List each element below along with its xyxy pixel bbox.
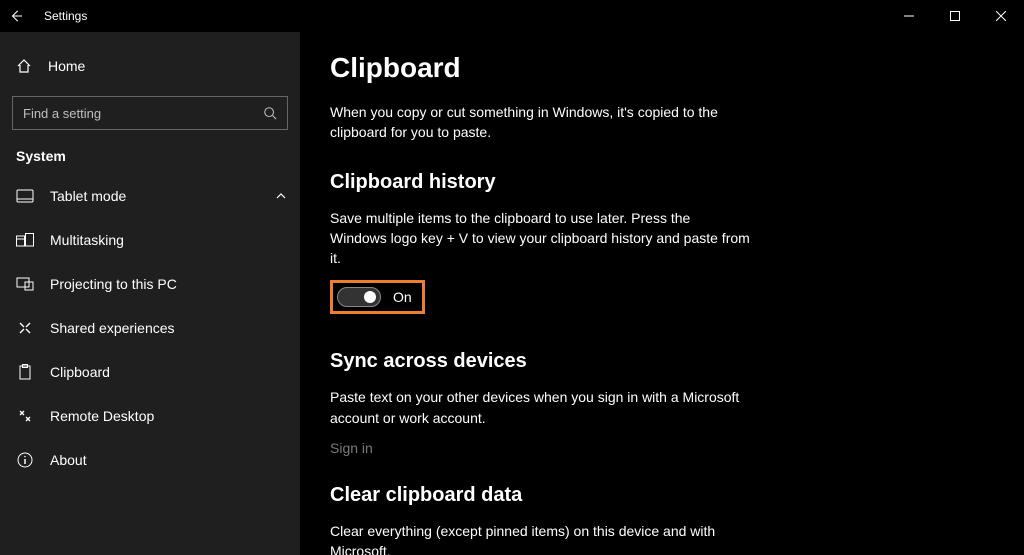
- search-input[interactable]: [13, 106, 253, 121]
- nav-list: Tablet mode Multitasking Projecting to t…: [0, 174, 300, 482]
- arrow-left-icon: [9, 9, 23, 23]
- minimize-button[interactable]: [886, 0, 932, 32]
- maximize-button[interactable]: [932, 0, 978, 32]
- clipboard-history-desc: Save multiple items to the clipboard to …: [330, 208, 750, 269]
- sidebar-item-clipboard[interactable]: Clipboard: [0, 350, 300, 394]
- content-pane: Clipboard When you copy or cut something…: [300, 32, 1024, 555]
- sidebar-item-shared-experiences[interactable]: Shared experiences: [0, 306, 300, 350]
- category-label: System: [0, 130, 300, 174]
- sign-in-link[interactable]: Sign in: [330, 440, 994, 456]
- multitasking-icon: [16, 233, 34, 247]
- sidebar-item-label: About: [50, 452, 87, 468]
- search-icon: [253, 106, 287, 120]
- sidebar-item-label: Multitasking: [50, 232, 124, 248]
- search-box[interactable]: [12, 96, 288, 130]
- toggle-state-label: On: [393, 289, 412, 305]
- titlebar: Settings: [0, 0, 1024, 32]
- sync-desc: Paste text on your other devices when yo…: [330, 387, 750, 428]
- page-intro: When you copy or cut something in Window…: [330, 102, 730, 143]
- clipboard-history-toggle[interactable]: [337, 287, 381, 307]
- home-button[interactable]: Home: [0, 50, 300, 82]
- sidebar-item-label: Shared experiences: [50, 320, 175, 336]
- sidebar-item-remote-desktop[interactable]: Remote Desktop: [0, 394, 300, 438]
- clipboard-history-toggle-highlight: On: [330, 280, 425, 314]
- sidebar-item-label: Tablet mode: [50, 188, 126, 204]
- home-icon: [16, 58, 32, 74]
- tablet-icon: [16, 189, 34, 203]
- sidebar: Home System Tablet mode: [0, 32, 300, 555]
- minimize-icon: [904, 11, 914, 21]
- clipboard-history-heading: Clipboard history: [330, 171, 994, 194]
- sidebar-item-label: Projecting to this PC: [50, 276, 177, 292]
- toggle-knob: [364, 291, 376, 303]
- sidebar-item-multitasking[interactable]: Multitasking: [0, 218, 300, 262]
- clipboard-icon: [16, 364, 34, 380]
- home-label: Home: [48, 58, 85, 74]
- sidebar-item-label: Remote Desktop: [50, 408, 154, 424]
- chevron-up-icon: [276, 193, 286, 199]
- remote-desktop-icon: [16, 408, 34, 424]
- about-icon: [16, 452, 34, 468]
- sidebar-item-label: Clipboard: [50, 364, 110, 380]
- close-button[interactable]: [978, 0, 1024, 32]
- close-icon: [996, 11, 1006, 21]
- back-button[interactable]: [0, 0, 32, 32]
- shared-icon: [16, 320, 34, 336]
- clear-heading: Clear clipboard data: [330, 484, 994, 507]
- projecting-icon: [16, 277, 34, 291]
- maximize-icon: [950, 11, 960, 21]
- window-title: Settings: [44, 9, 87, 23]
- page-title: Clipboard: [330, 52, 994, 84]
- sidebar-item-projecting[interactable]: Projecting to this PC: [0, 262, 300, 306]
- sidebar-item-tablet-mode[interactable]: Tablet mode: [0, 174, 300, 218]
- clear-desc: Clear everything (except pinned items) o…: [330, 521, 750, 555]
- sidebar-item-about[interactable]: About: [0, 438, 300, 482]
- sync-heading: Sync across devices: [330, 350, 994, 373]
